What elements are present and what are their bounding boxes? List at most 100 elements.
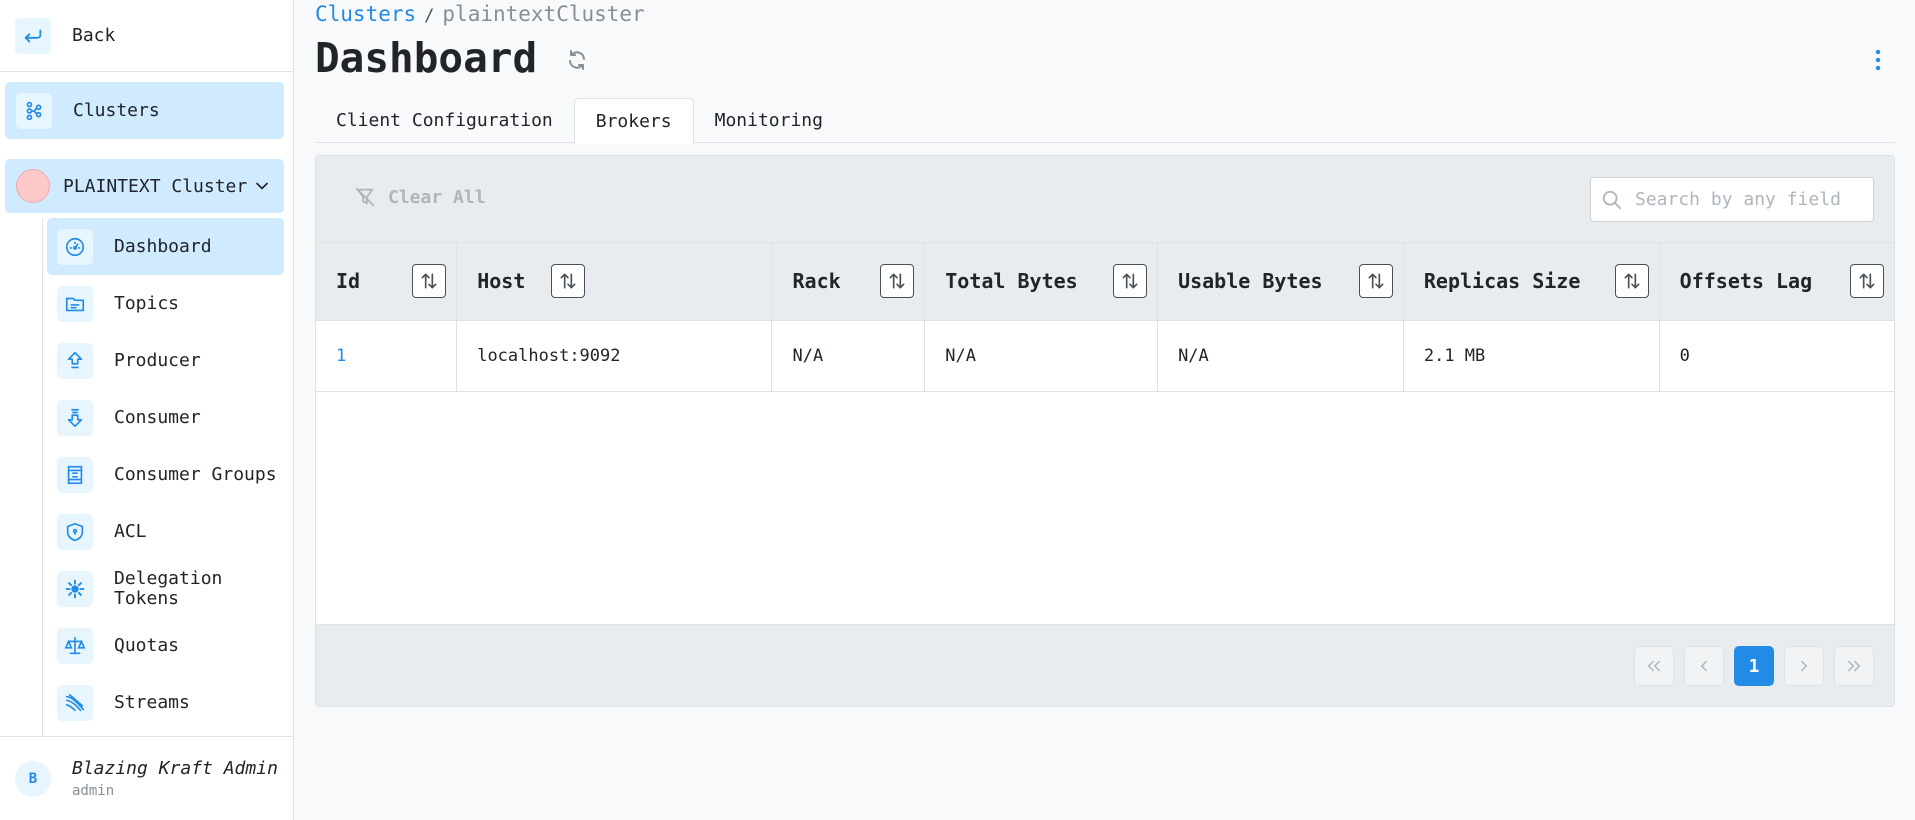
topics-icon [57,285,93,322]
consumer-groups-icon [57,456,93,493]
cluster-subnav: Dashboard Topics Producer Consumer Consu… [47,218,284,731]
column-label: Offsets Lag [1679,269,1813,294]
table-cell: localhost:9092 [456,320,773,392]
table-cell: N/A [924,320,1159,392]
table-header-row: Id Host Rack Total Bytes Usable Bytes Re… [316,243,1894,321]
cluster-name: PLAINTEXT Cluster [63,175,248,197]
page-button-current[interactable]: 1 [1734,646,1774,686]
nav-clusters[interactable]: Clusters [5,82,284,139]
sidebar-item-topics[interactable]: Topics [47,275,284,332]
search-icon [1602,190,1622,209]
clusters-icon [16,92,52,129]
sort-arrows-icon [1859,273,1875,289]
broker-id-link[interactable]: 1 [316,320,458,392]
cluster-selector[interactable]: PLAINTEXT Cluster [5,159,284,213]
sort-arrows-icon [889,273,905,289]
column-header-id: Id [316,243,458,321]
column-header-total-bytes: Total Bytes [924,243,1159,321]
column-header-host: Host [456,243,773,321]
column-label: Host [477,269,526,294]
avatar: B [15,760,51,797]
back-label: Back [72,25,116,46]
sort-arrows-icon [560,273,576,289]
first-page-button[interactable] [1634,646,1674,686]
chevron-right-icon [1801,660,1808,672]
sort-button[interactable] [1113,264,1148,299]
tab-monitoring[interactable]: Monitoring [694,98,844,143]
sidebar-item-consumer[interactable]: Consumer [47,389,284,446]
sort-arrows-icon [421,273,437,289]
user-profile[interactable]: B Blazing Kraft Admin admin [0,736,293,820]
sort-arrows-icon [1368,273,1384,289]
refresh-icon[interactable] [565,48,589,72]
sort-button[interactable] [1614,264,1649,299]
brokers-table: Id Host Rack Total Bytes Usable Bytes Re… [316,243,1894,392]
last-page-button[interactable] [1834,646,1874,686]
page-title: Dashboard [315,34,538,82]
search-box [1590,177,1874,222]
sidebar: Back Clusters PLAINTEXT Cluster Dashboar… [0,0,294,820]
sidebar-item-consumer-groups[interactable]: Consumer Groups [47,446,284,503]
chevrons-right-icon [1848,660,1861,672]
sort-button[interactable] [551,264,586,299]
column-label: Replicas Size [1423,269,1581,294]
sidebar-item-label: Quotas [114,634,180,656]
sidebar-item-label: Consumer [114,406,201,428]
sort-button[interactable] [1358,264,1393,299]
sidebar-item-producer[interactable]: Producer [47,332,284,389]
column-label: Rack [792,269,841,294]
sort-button[interactable] [880,264,915,299]
column-label: Total Bytes [945,269,1078,294]
more-options-icon[interactable] [1866,46,1890,74]
delegation-tokens-icon [57,570,93,607]
nav-clusters-label: Clusters [73,100,160,121]
sidebar-item-label: Consumer Groups [114,463,277,485]
sidebar-item-label: Topics [114,292,180,314]
consumer-icon [57,399,93,436]
sort-button[interactable] [412,264,447,299]
sidebar-item-label: Producer [114,349,201,371]
sort-arrows-icon [1624,273,1640,289]
filter-off-icon [355,187,375,207]
clear-all-button[interactable]: Clear All [354,186,486,208]
shield-icon [57,513,93,550]
chevrons-left-icon [1647,660,1660,672]
search-input[interactable] [1635,189,1855,210]
sidebar-item-label: Delegation Tokens [114,567,223,609]
producer-icon [57,342,93,379]
sidebar-item-quotas[interactable]: Quotas [47,617,284,674]
table-toolbar: Clear All [316,156,1894,243]
sidebar-item-streams[interactable]: Streams [47,674,284,731]
breadcrumb-separator: / [424,6,435,26]
clear-all-label: Clear All [388,186,486,208]
user-name: Blazing Kraft Admin [72,758,278,779]
arrow-back-icon [15,17,51,54]
sidebar-item-label: Dashboard [114,235,212,257]
column-header-offsets-lag: Offsets Lag [1659,243,1894,321]
next-page-button[interactable] [1784,646,1824,686]
breadcrumb-current: plaintextCluster [442,2,645,26]
column-header-usable-bytes: Usable Bytes [1157,243,1404,321]
sidebar-item-delegation-tokens[interactable]: Delegation Tokens [47,560,284,617]
breadcrumb-clusters-link[interactable]: Clusters [315,2,416,26]
scale-icon [57,627,93,664]
chevron-down-icon [256,182,268,190]
tab-brokers[interactable]: Brokers [573,98,694,144]
dashboard-icon [57,228,93,265]
chevron-left-icon [1700,660,1707,672]
back-button[interactable]: Back [0,0,293,72]
table-cell: 2.1 MB [1403,320,1660,392]
prev-page-button[interactable] [1684,646,1724,686]
subnav-divider [42,218,43,736]
cluster-color-dot [16,169,50,203]
tab-client-configuration[interactable]: Client Configuration [315,98,574,143]
breadcrumb: Clusters / plaintextCluster [315,2,645,26]
tab-bar: Client Configuration Brokers Monitoring [315,98,1895,144]
column-header-rack: Rack [771,243,926,321]
streams-icon [57,684,93,721]
sort-button[interactable] [1850,264,1884,299]
sidebar-item-dashboard[interactable]: Dashboard [47,218,284,275]
sidebar-item-acl[interactable]: ACL [47,503,284,560]
table-footer: 1 [316,624,1894,706]
sidebar-item-label: ACL [114,520,147,542]
